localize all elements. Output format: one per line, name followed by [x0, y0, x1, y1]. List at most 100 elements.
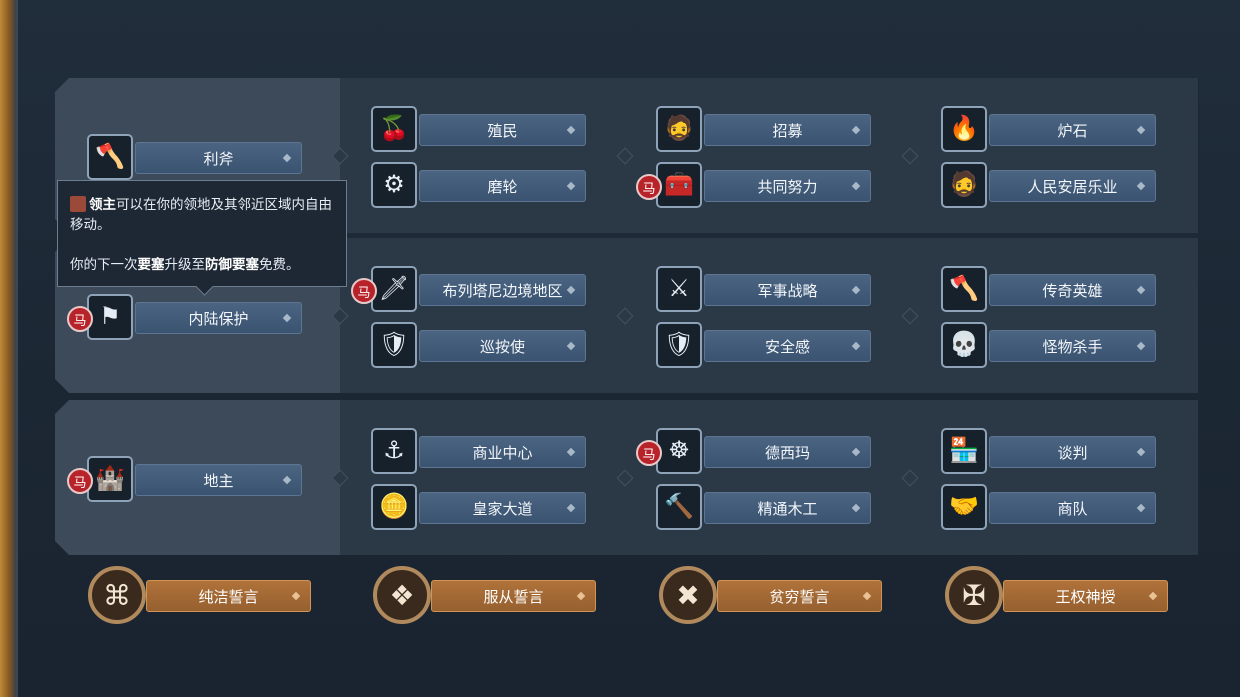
- skill-label-bar[interactable]: 地主: [135, 464, 302, 496]
- diamond-icon: [566, 447, 576, 457]
- oath-node[interactable]: 王权神授 ✠: [945, 566, 1170, 628]
- tooltip-text: 升级至: [164, 257, 206, 272]
- skill-label: 传奇英雄: [1042, 282, 1103, 300]
- coin-stack-icon: 🪙: [371, 484, 417, 530]
- skill-label: 德西玛: [764, 444, 810, 462]
- skill-label: 炉石: [1057, 122, 1088, 140]
- skill-node[interactable]: ⚓ 商业中心: [371, 428, 586, 478]
- skill-node[interactable]: ⚔ 军事战略: [656, 266, 871, 316]
- recruit-man-icon: 🧔: [656, 106, 702, 152]
- skill-label: 谈判: [1057, 444, 1088, 462]
- unlock-badge-icon: 马: [351, 278, 377, 304]
- skill-label-bar[interactable]: 人民安居乐业: [989, 170, 1156, 202]
- skill-node[interactable]: 🪓 传奇英雄: [941, 266, 1156, 316]
- skill-label-bar[interactable]: 布列塔尼边境地区: [419, 274, 586, 306]
- skill-label-bar[interactable]: 共同努力: [704, 170, 871, 202]
- diamond-icon: [862, 591, 872, 601]
- background-art-edge: [0, 0, 16, 697]
- skill-label-bar[interactable]: 内陆保护: [135, 302, 302, 334]
- oath-node[interactable]: 纯洁誓言 ⌘: [88, 566, 313, 628]
- diamond-icon: [576, 591, 586, 601]
- skill-label: 商业中心: [472, 444, 533, 462]
- skill-node[interactable]: 🤝 商队: [941, 484, 1156, 534]
- skill-label-bar[interactable]: 怪物杀手: [989, 330, 1156, 362]
- skill-label: 磨轮: [487, 178, 518, 196]
- oath-label: 纯洁誓言: [198, 588, 259, 606]
- skill-label: 殖民: [487, 122, 518, 140]
- skill-label-bar[interactable]: 商队: [989, 492, 1156, 524]
- skill-label-bar[interactable]: 殖民: [419, 114, 586, 146]
- skill-node[interactable]: 🧔 招募: [656, 106, 871, 156]
- skill-node[interactable]: 🧔 人民安居乐业: [941, 162, 1156, 212]
- oath-label: 贫穷誓言: [769, 588, 830, 606]
- knot-poverty-icon: ✖: [659, 566, 717, 624]
- skill-node[interactable]: ⚑ 内陆保护 马: [67, 294, 302, 344]
- skill-node[interactable]: 🔨 精通木工: [656, 484, 871, 534]
- skill-label-bar[interactable]: 利斧: [135, 142, 302, 174]
- diamond-icon: [566, 125, 576, 135]
- diamond-icon: [1148, 591, 1158, 601]
- oath-node[interactable]: 服从誓言 ❖: [373, 566, 598, 628]
- diamond-icon: [566, 181, 576, 191]
- diamond-icon: [851, 181, 861, 191]
- skill-node[interactable]: ☸ 德西玛 马: [636, 428, 871, 478]
- hammer-icon: 🔨: [656, 484, 702, 530]
- happy-man-icon: 🧔: [941, 162, 987, 208]
- skill-node[interactable]: 🏪 谈判: [941, 428, 1156, 478]
- trade-icon: 🤝: [941, 484, 987, 530]
- skill-label-bar[interactable]: 精通木工: [704, 492, 871, 524]
- skill-node[interactable]: 🛡 巡按使: [371, 322, 586, 372]
- knot-purity-icon: ⌘: [88, 566, 146, 624]
- policy-tree-panel: 🪓 利斧 🍒 殖民 ⚙ 磨轮 🧔 招募 🧰 共同努力马 🔥 炉石 🧔 人民安居乐业 ⚑ 内陆保护马 🗡 布列塔尼边…: [55, 78, 1199, 555]
- skill-label-bar[interactable]: 谈判: [989, 436, 1156, 468]
- diamond-icon: [282, 313, 292, 323]
- fruit-basket-icon: 🍒: [371, 106, 417, 152]
- battle-axe-icon: 🪓: [941, 266, 987, 312]
- skill-node[interactable]: 🍒 殖民: [371, 106, 586, 156]
- skill-node[interactable]: 🏰 地主 马: [67, 456, 302, 506]
- axe-icon: 🪓: [87, 134, 133, 180]
- chest-icon: 🧰: [656, 162, 702, 208]
- skill-node[interactable]: 🔥 炉石: [941, 106, 1156, 156]
- skill-label: 巡按使: [479, 338, 525, 356]
- oath-label-bar[interactable]: 服从誓言: [431, 580, 596, 612]
- skill-node[interactable]: 🪙 皇家大道: [371, 484, 586, 534]
- tooltip: 领主可以在你的领地及其邻近区域内自由移动。 你的下一次要塞升级至防御要塞免费。: [57, 180, 347, 296]
- estate-icon: 🏰: [87, 456, 133, 502]
- skill-node[interactable]: 🪓 利斧: [87, 134, 302, 184]
- skill-label-bar[interactable]: 商业中心: [419, 436, 586, 468]
- skill-label-bar[interactable]: 皇家大道: [419, 492, 586, 524]
- oath-label-bar[interactable]: 王权神授: [1003, 580, 1168, 612]
- tooltip-text: 你的下一次: [70, 257, 138, 272]
- skill-label-bar[interactable]: 巡按使: [419, 330, 586, 362]
- skill-node[interactable]: 🧰 共同努力 马: [636, 162, 871, 212]
- oath-label-bar[interactable]: 贫穷誓言: [717, 580, 882, 612]
- skill-node[interactable]: 🛡 安全感: [656, 322, 871, 372]
- skill-label-bar[interactable]: 磨轮: [419, 170, 586, 202]
- skill-label-bar[interactable]: 德西玛: [704, 436, 871, 468]
- skill-label-bar[interactable]: 招募: [704, 114, 871, 146]
- skill-label: 精通木工: [757, 500, 818, 518]
- oath-label-bar[interactable]: 纯洁誓言: [146, 580, 311, 612]
- skill-node[interactable]: ⚙ 磨轮: [371, 162, 586, 212]
- skill-label-bar[interactable]: 炉石: [989, 114, 1156, 146]
- skill-node[interactable]: 🗡 布列塔尼边境地区 马: [351, 266, 586, 316]
- tooltip-governor: 领主: [89, 197, 116, 212]
- diamond-icon: [566, 341, 576, 351]
- skill-node[interactable]: 💀 怪物杀手: [941, 322, 1156, 372]
- sword-icon: ⚔: [656, 266, 702, 312]
- skill-label: 地主: [203, 472, 234, 490]
- skill-label-bar[interactable]: 安全感: [704, 330, 871, 362]
- skill-label-bar[interactable]: 传奇英雄: [989, 274, 1156, 306]
- fire-icon: 🔥: [941, 106, 987, 152]
- diamond-icon: [1136, 181, 1146, 191]
- diamond-icon: [851, 447, 861, 457]
- diamond-icon: [851, 341, 861, 351]
- market-icon: 🏪: [941, 428, 987, 474]
- diamond-icon: [851, 285, 861, 295]
- skill-label: 内陆保护: [188, 310, 249, 328]
- unlock-badge-icon: 马: [67, 306, 93, 332]
- oath-node[interactable]: 贫穷誓言 ✖: [659, 566, 884, 628]
- skill-label-bar[interactable]: 军事战略: [704, 274, 871, 306]
- skill-label: 共同努力: [757, 178, 818, 196]
